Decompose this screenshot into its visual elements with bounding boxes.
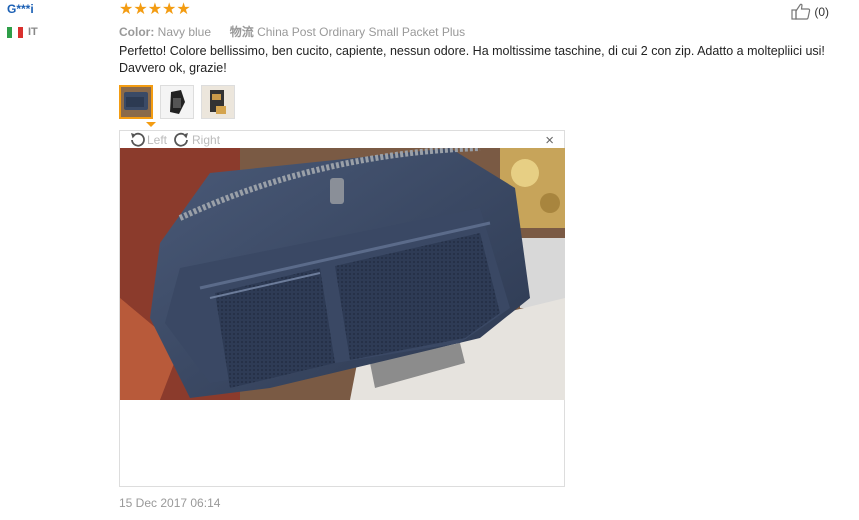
rotate-left-label: Left (147, 133, 168, 147)
rotate-right-button[interactable]: Right (173, 131, 220, 149)
shipping-value: China Post Ordinary Small Packet Plus (257, 25, 466, 39)
rotate-left-icon (131, 132, 145, 147)
reviewer-name: G***i (7, 2, 34, 16)
helpful-button[interactable]: (0) (791, 3, 829, 20)
color-value: Navy blue (157, 25, 212, 39)
thumbnail-1[interactable] (119, 85, 153, 119)
reviewer-country: IT (7, 26, 38, 38)
thumbnail-3[interactable] (201, 85, 235, 119)
viewer-toolbar: Left Right (128, 131, 220, 149)
review-photo (120, 148, 565, 400)
thumbs-up-icon (791, 3, 811, 20)
rotate-right-icon (174, 132, 189, 147)
review-item: G***i IT ★★★★★ (0) Color: Navy blue 物流 C… (0, 0, 859, 520)
review-meta: Color: Navy blue 物流 China Post Ordinary … (119, 23, 465, 40)
rating-stars: ★★★★★ (119, 1, 191, 18)
thumbnail-2[interactable] (160, 85, 194, 119)
shipping-key: 物流 (229, 25, 254, 39)
rotate-left-button[interactable]: Left (128, 131, 167, 149)
active-thumbnail-indicator (146, 122, 156, 127)
color-key: Color: (119, 25, 155, 39)
photo-viewer: Left Right × (119, 130, 565, 487)
italy-flag-icon (7, 26, 23, 38)
review-date: 15 Dec 2017 06:14 (119, 496, 221, 510)
rotate-right-label: Right (192, 133, 221, 147)
country-code: IT (28, 26, 38, 38)
helpful-count: (0) (814, 4, 829, 19)
photo-thumbnails (119, 85, 235, 119)
review-text: Perfetto! Colore bellissimo, ben cucito,… (119, 44, 825, 75)
